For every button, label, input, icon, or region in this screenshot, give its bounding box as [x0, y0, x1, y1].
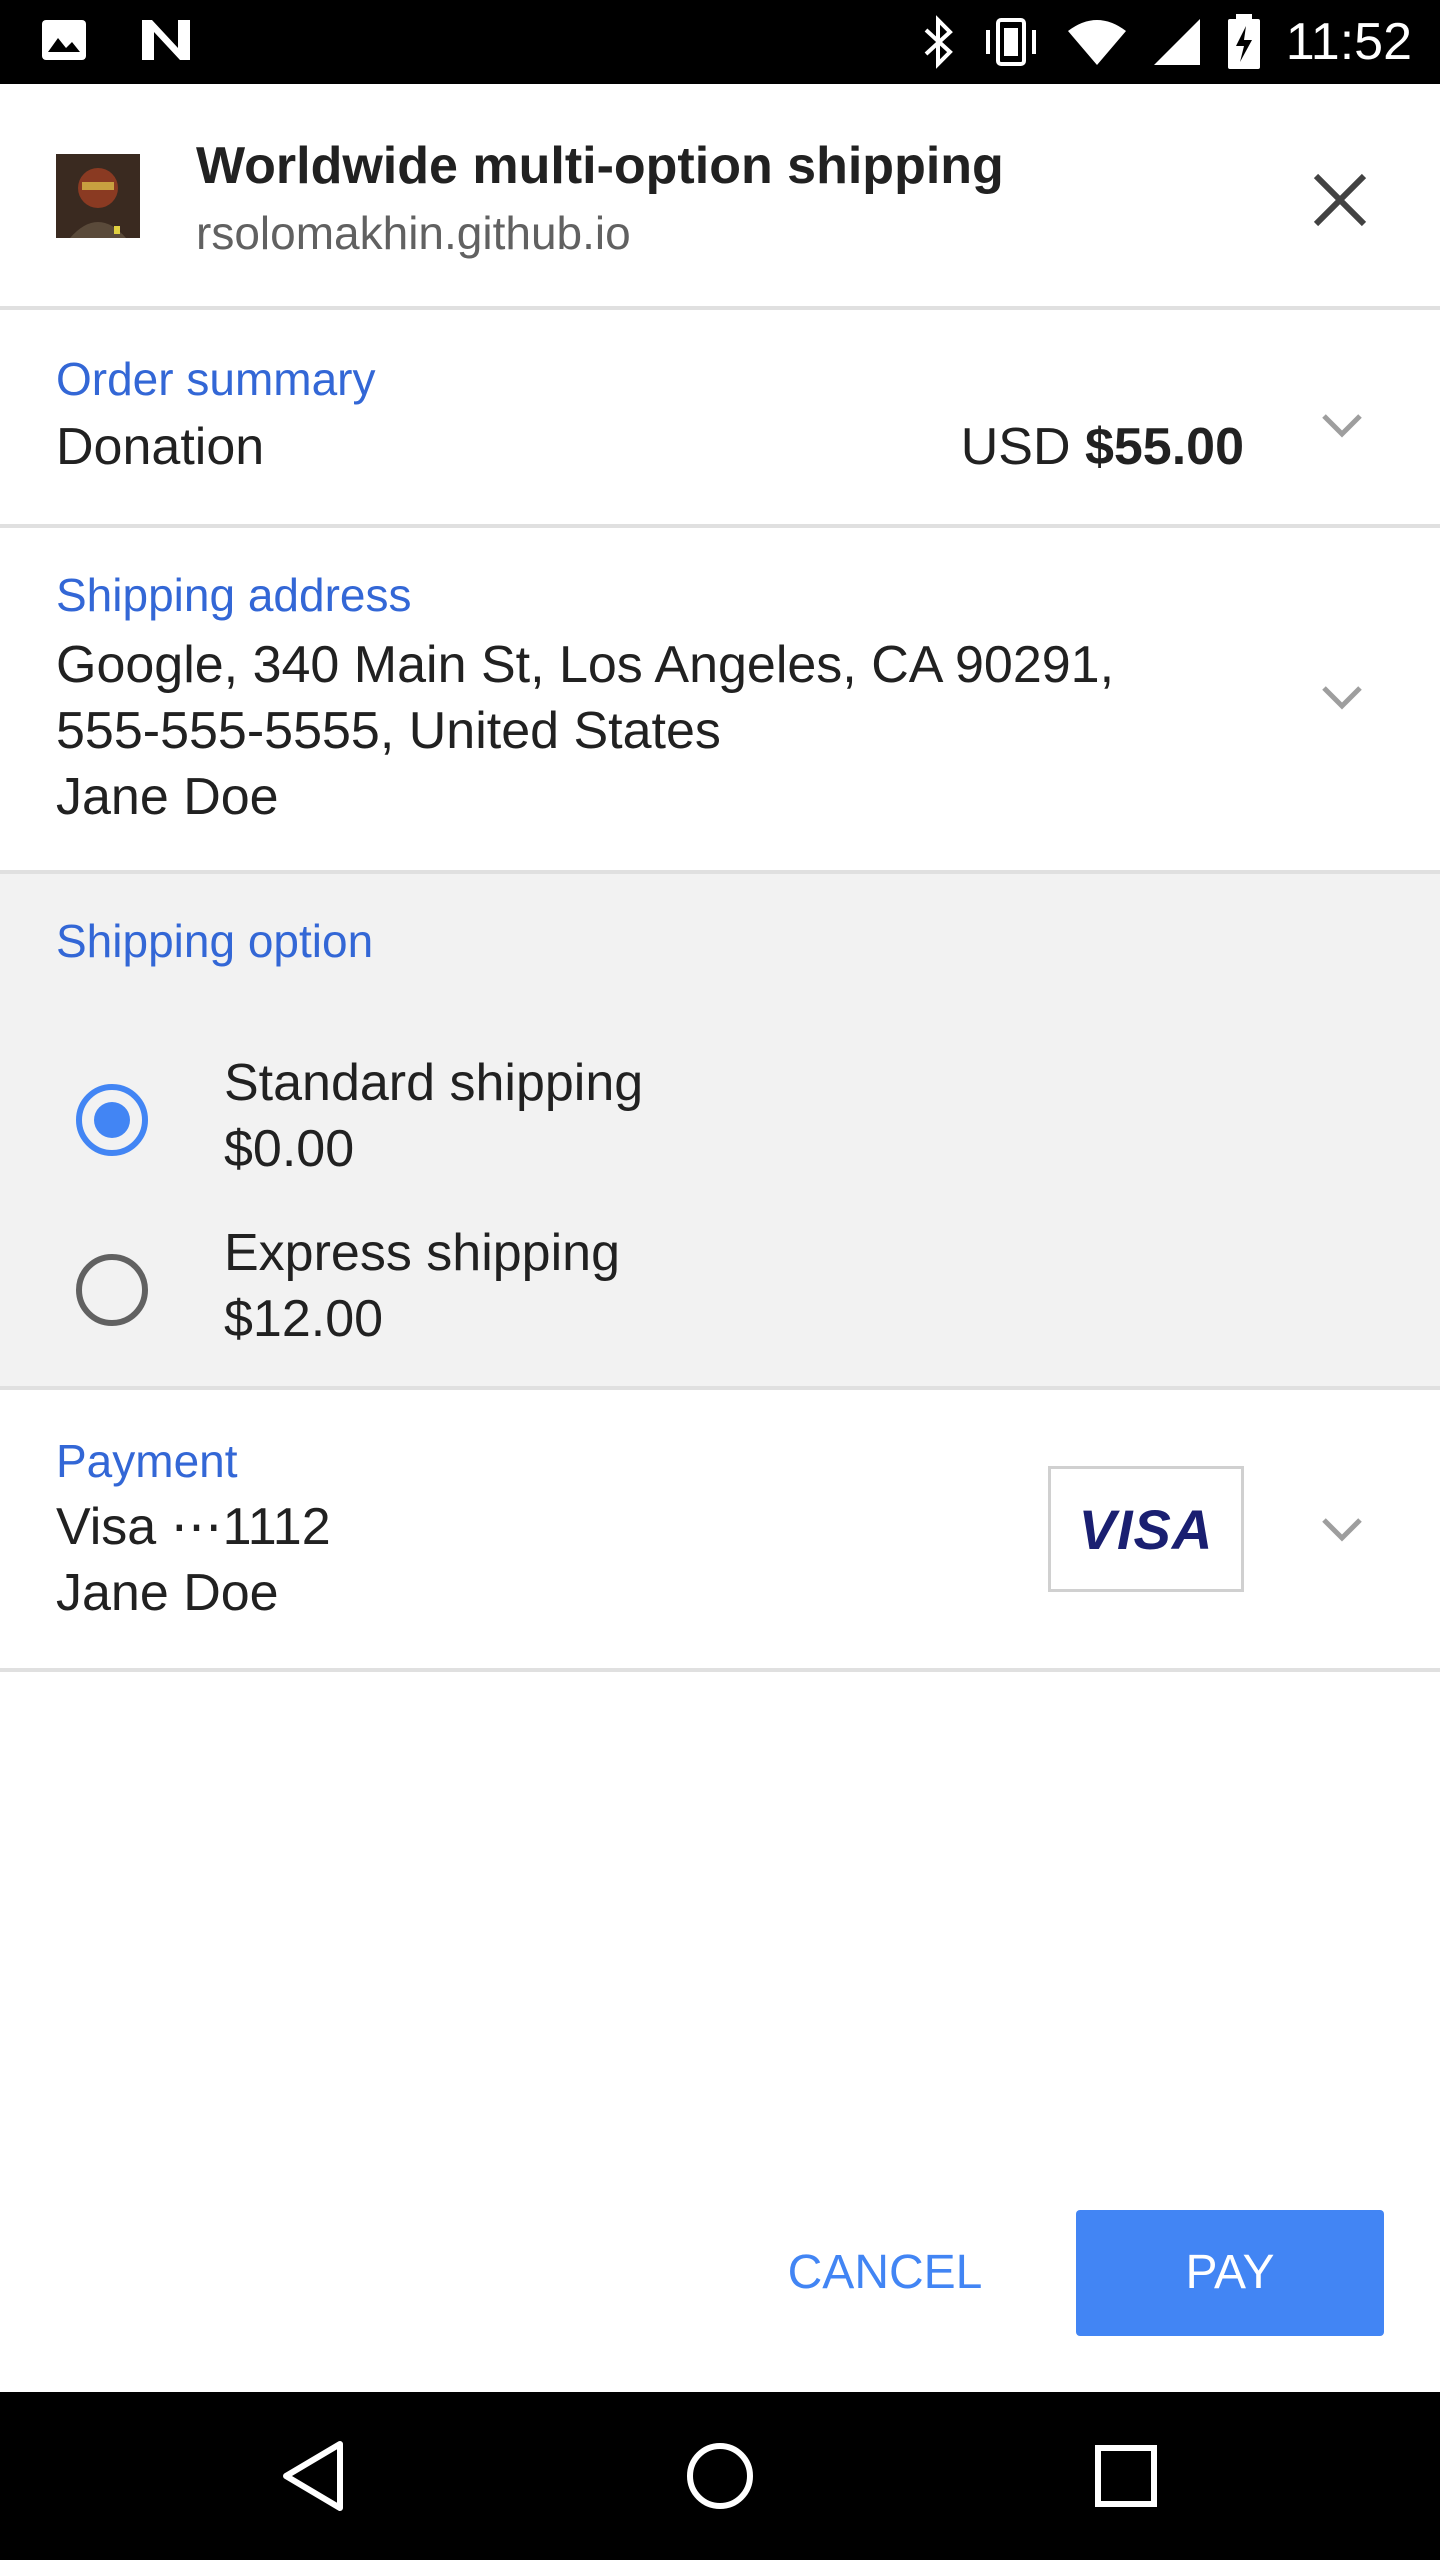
order-item: Donation	[56, 418, 265, 476]
order-summary-label: Order summary	[56, 353, 376, 405]
payment-label: Payment	[56, 1435, 238, 1487]
order-summary-section[interactable]: Order summary Donation USD $55.00	[0, 310, 1440, 528]
card-brand: VISA	[1078, 1497, 1214, 1561]
chevron-down-icon[interactable]	[1316, 678, 1368, 718]
address-line-2: 555-555-5555, United States	[56, 702, 721, 760]
image-icon	[42, 20, 86, 60]
shipping-option-name: Express shipping	[224, 1224, 620, 1282]
close-icon[interactable]	[1300, 160, 1380, 240]
shipping-option-price: $12.00	[224, 1290, 384, 1348]
battery-charging-icon	[1227, 14, 1260, 69]
n-logo-icon	[142, 20, 190, 60]
payment-card: Visa ⋯1112	[56, 1498, 331, 1556]
shipping-option-price: $0.00	[224, 1120, 355, 1178]
shipping-option-express[interactable]: Express shipping $12.00	[0, 1214, 1440, 1364]
payment-details: Visa ⋯1112 Jane Doe	[56, 1494, 331, 1626]
status-time: 11:52	[1285, 13, 1412, 71]
shipping-option-name: Standard shipping	[224, 1054, 644, 1112]
payment-section[interactable]: Payment Visa ⋯1112 Jane Doe VISA	[0, 1390, 1440, 1672]
shipping-option-section: Shipping option Standard shipping $0.00 …	[0, 874, 1440, 1390]
recents-icon[interactable]	[1086, 2436, 1166, 2516]
back-icon[interactable]	[276, 2436, 356, 2516]
visa-card-icon: VISA	[1048, 1466, 1244, 1592]
order-amount: $55.00	[1084, 418, 1244, 476]
status-left-icons	[40, 18, 194, 62]
shipping-address-label: Shipping address	[56, 569, 412, 621]
home-icon[interactable]	[680, 2436, 760, 2516]
payment-sheet-header: Worldwide multi-option shipping rsolomak…	[0, 84, 1440, 310]
site-origin: rsolomakhin.github.io	[196, 207, 631, 259]
cancel-button[interactable]: CANCEL	[760, 2210, 1010, 2336]
order-currency: USD	[960, 418, 1071, 476]
page-title: Worldwide multi-option shipping	[196, 137, 1004, 195]
bluetooth-icon	[924, 15, 953, 69]
shipping-option-text: Standard shipping $0.00	[224, 1050, 643, 1182]
shipping-address-text: Google, 340 Main St, Los Angeles, CA 902…	[56, 632, 1114, 830]
shipping-address-section[interactable]: Shipping address Google, 340 Main St, Lo…	[0, 528, 1440, 874]
payment-holder: Jane Doe	[56, 1564, 279, 1622]
shipping-option-standard[interactable]: Standard shipping $0.00	[0, 1044, 1440, 1194]
status-right-icons: 11:52	[922, 12, 1412, 72]
navigation-bar	[0, 2392, 1440, 2560]
radio-selected[interactable]	[76, 1084, 148, 1156]
status-bar: 11:52	[0, 0, 1440, 84]
radio-unselected[interactable]	[76, 1254, 148, 1326]
site-favicon	[56, 154, 140, 238]
signal-icon	[1153, 19, 1200, 65]
chevron-down-icon[interactable]	[1316, 406, 1368, 446]
vibrate-icon	[985, 18, 1036, 66]
chevron-down-icon[interactable]	[1316, 1510, 1368, 1550]
address-line-1: Google, 340 Main St, Los Angeles, CA 902…	[56, 636, 1115, 694]
order-total: USD $55.00	[961, 414, 1244, 480]
address-name: Jane Doe	[56, 768, 279, 826]
shipping-option-text: Express shipping $12.00	[224, 1220, 620, 1352]
wifi-icon	[1067, 20, 1126, 65]
shipping-option-label: Shipping option	[56, 915, 374, 967]
pay-button[interactable]: PAY	[1076, 2210, 1384, 2336]
